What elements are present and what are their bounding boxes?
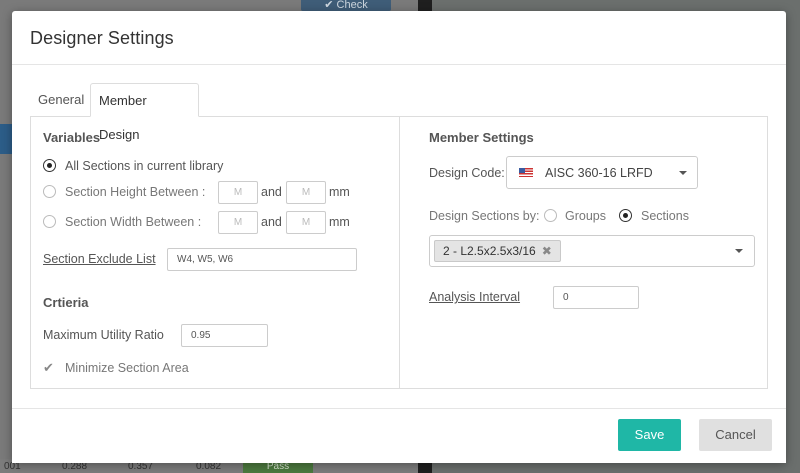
section-width-radio[interactable] [43,215,56,228]
criteria-title: Crtieria [43,295,89,310]
section-exclude-input[interactable]: W4, W5, W6 [167,248,357,271]
chevron-down-icon [735,249,743,253]
tab-member-design[interactable]: Member Design [90,83,199,142]
member-settings-title: Member Settings [429,130,534,145]
section-width-min-input[interactable]: M [218,211,258,234]
chevron-down-icon [679,171,687,175]
section-height-min-input[interactable]: M [218,181,258,204]
tab-panel-member-design: Variables All Sections in current librar… [30,116,768,389]
modal-body: General Member Design Variables All Sect… [12,65,786,407]
modal-header: Designer Settings [12,11,786,65]
unit-label: mm [329,185,350,199]
groups-label: Groups [565,209,606,223]
max-utility-input[interactable]: 0.95 [181,324,268,347]
section-exclude-list-link[interactable]: Section Exclude List [43,252,156,266]
modal-title: Designer Settings [30,28,174,48]
section-width-max-input[interactable]: M [286,211,326,234]
design-code-value: AISC 360-16 LRFD [545,166,653,180]
modal-footer: Save Cancel [12,408,786,463]
cancel-button[interactable]: Cancel [699,419,772,451]
section-width-label: Section Width Between : [65,215,202,229]
max-utility-label: Maximum Utility Ratio [43,328,164,342]
design-code-label: Design Code: [429,166,505,180]
section-height-radio[interactable] [43,185,56,198]
design-code-select[interactable]: AISC 360-16 LRFD [506,156,698,189]
section-height-label: Section Height Between : [65,185,206,199]
sections-label: Sections [641,209,689,223]
selected-section-tag[interactable]: 2 - L2.5x2.5x3/16 ✖ [434,240,561,262]
sections-radio[interactable] [619,209,632,222]
sections-multiselect[interactable]: 2 - L2.5x2.5x3/16 ✖ [429,235,755,267]
groups-radio[interactable] [544,209,557,222]
background-check-button: ✔ Check [301,0,391,11]
analysis-interval-link[interactable]: Analysis Interval [429,290,520,304]
designer-settings-dialog: Designer Settings General Member Design … [12,11,786,463]
and-label: and [261,215,282,229]
minimize-section-area-checkbox[interactable]: ✔ [43,361,56,374]
minimize-section-area-label: Minimize Section Area [65,361,189,375]
variables-title: Variables [43,130,101,145]
tab-general[interactable]: General [30,83,90,117]
us-flag-icon [519,168,533,177]
background-sidebar-tab [0,124,12,154]
column-divider [399,117,400,388]
section-height-max-input[interactable]: M [286,181,326,204]
remove-tag-icon[interactable]: ✖ [542,244,552,258]
design-sections-label: Design Sections by: [429,209,540,223]
all-sections-label: All Sections in current library [65,159,224,173]
analysis-interval-input[interactable]: 0 [553,286,639,309]
save-button[interactable]: Save [618,419,681,451]
selected-section-label: 2 - L2.5x2.5x3/16 [443,244,536,258]
and-label: and [261,185,282,199]
all-sections-radio[interactable] [43,159,56,172]
unit-label: mm [329,215,350,229]
